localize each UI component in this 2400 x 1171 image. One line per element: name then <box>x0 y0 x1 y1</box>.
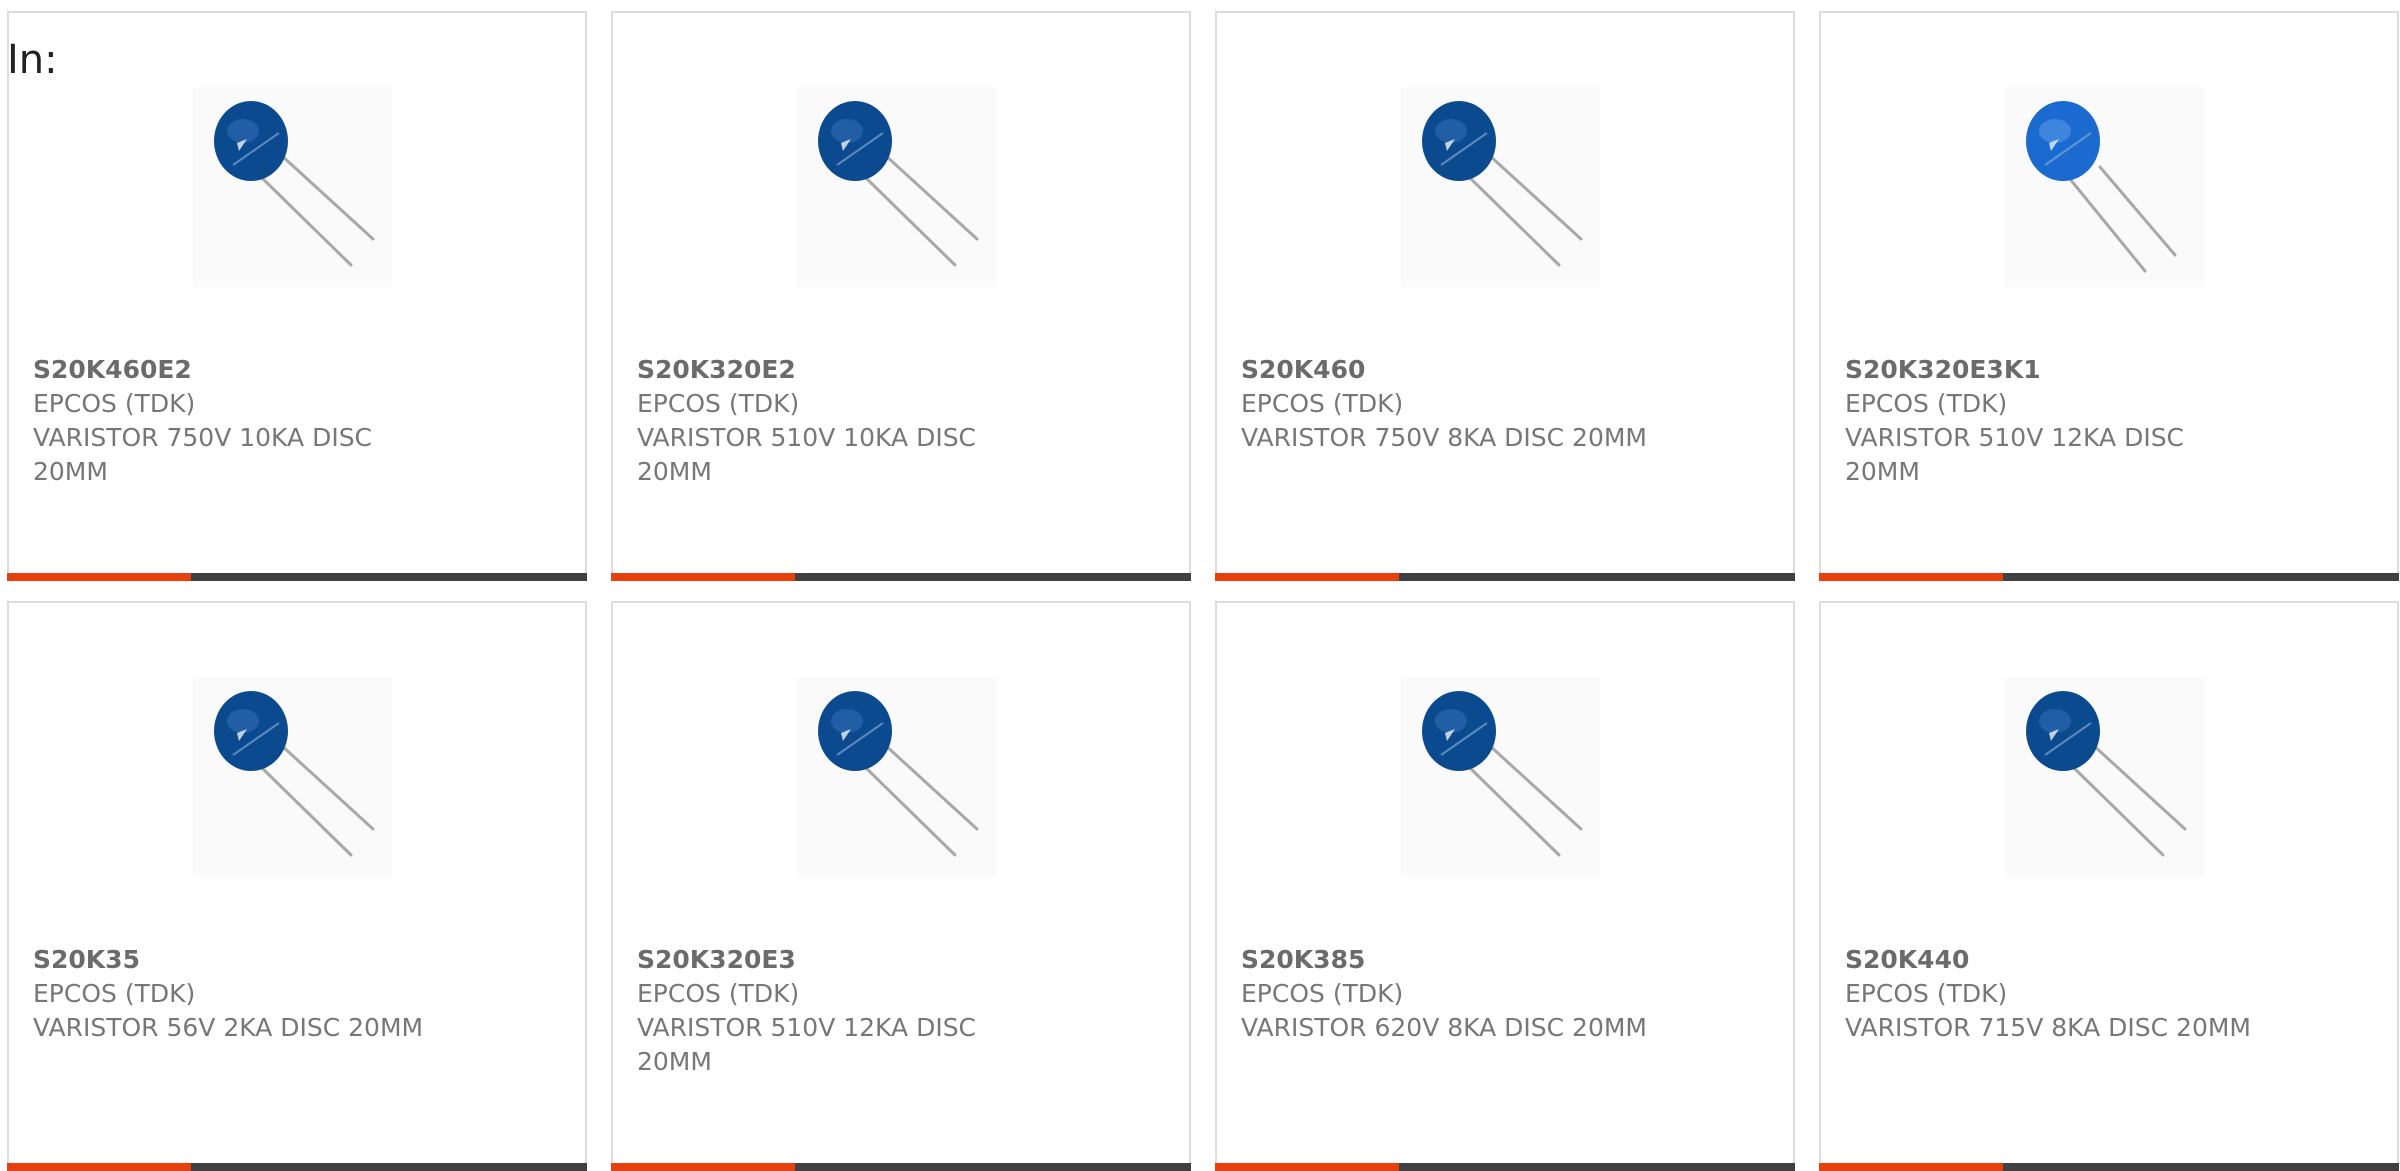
card-accent-bar <box>1215 573 1399 581</box>
manufacturer: EPCOS (TDK) <box>33 979 196 1008</box>
card-accent-bar <box>611 1163 795 1171</box>
manufacturer: EPCOS (TDK) <box>1241 389 1404 418</box>
card-accent-bar <box>611 573 795 581</box>
card-footer-bar <box>7 573 587 581</box>
product-info: S20K460 EPCOS (TDK) VARISTOR 750V 8KA DI… <box>1241 353 1661 455</box>
manufacturer: EPCOS (TDK) <box>637 979 800 1008</box>
varistor-disc-icon[interactable] <box>193 677 393 877</box>
manufacturer: EPCOS (TDK) <box>33 389 196 418</box>
product-card[interactable]: S20K460E2 EPCOS (TDK) VARISTOR 750V 10KA… <box>7 11 587 581</box>
product-info: S20K460E2 EPCOS (TDK) VARISTOR 750V 10KA… <box>33 353 453 489</box>
card-footer-bar <box>7 1163 587 1171</box>
description: VARISTOR 510V 12KA DISC 20MM <box>1845 423 2185 486</box>
card-footer-bar <box>1215 1163 1795 1171</box>
varistor-disc-icon[interactable] <box>1401 87 1601 287</box>
product-card[interactable]: S20K320E3K1 EPCOS (TDK) VARISTOR 510V 12… <box>1819 11 2399 581</box>
manufacturer: EPCOS (TDK) <box>1241 979 1404 1008</box>
part-number[interactable]: S20K460E2 <box>33 353 453 387</box>
varistor-disc-icon[interactable] <box>2005 677 2205 877</box>
part-number[interactable]: S20K35 <box>33 943 453 977</box>
product-info: S20K320E3 EPCOS (TDK) VARISTOR 510V 12KA… <box>637 943 1057 1079</box>
manufacturer: EPCOS (TDK) <box>1845 389 2008 418</box>
manufacturer: EPCOS (TDK) <box>637 389 800 418</box>
product-info: S20K35 EPCOS (TDK) VARISTOR 56V 2KA DISC… <box>33 943 453 1045</box>
filter-label: In: <box>7 37 58 83</box>
card-accent-bar <box>1819 573 2003 581</box>
card-footer-bar <box>1215 573 1795 581</box>
description: VARISTOR 510V 12KA DISC 20MM <box>637 1013 977 1076</box>
product-info: S20K385 EPCOS (TDK) VARISTOR 620V 8KA DI… <box>1241 943 1661 1045</box>
product-info: S20K320E2 EPCOS (TDK) VARISTOR 510V 10KA… <box>637 353 1057 489</box>
card-accent-bar <box>1819 1163 2003 1171</box>
card-footer-bar <box>1819 1163 2399 1171</box>
description: VARISTOR 56V 2KA DISC 20MM <box>33 1013 424 1042</box>
card-footer-bar <box>1819 573 2399 581</box>
description: VARISTOR 510V 10KA DISC 20MM <box>637 423 977 486</box>
product-card[interactable]: S20K320E3 EPCOS (TDK) VARISTOR 510V 12KA… <box>611 601 1191 1171</box>
product-card[interactable]: S20K35 EPCOS (TDK) VARISTOR 56V 2KA DISC… <box>7 601 587 1171</box>
card-footer-bar <box>611 1163 1191 1171</box>
product-card[interactable]: S20K320E2 EPCOS (TDK) VARISTOR 510V 10KA… <box>611 11 1191 581</box>
part-number[interactable]: S20K320E3K1 <box>1845 353 2265 387</box>
varistor-disc-icon[interactable] <box>193 87 393 287</box>
product-card[interactable]: S20K460 EPCOS (TDK) VARISTOR 750V 8KA DI… <box>1215 11 1795 581</box>
card-accent-bar <box>7 1163 191 1171</box>
part-number[interactable]: S20K440 <box>1845 943 2265 977</box>
product-info: S20K440 EPCOS (TDK) VARISTOR 715V 8KA DI… <box>1845 943 2265 1045</box>
part-number[interactable]: S20K320E2 <box>637 353 1057 387</box>
varistor-disc-icon[interactable] <box>797 87 997 287</box>
description: VARISTOR 620V 8KA DISC 20MM <box>1241 1013 1648 1042</box>
product-card[interactable]: S20K385 EPCOS (TDK) VARISTOR 620V 8KA DI… <box>1215 601 1795 1171</box>
product-info: S20K320E3K1 EPCOS (TDK) VARISTOR 510V 12… <box>1845 353 2265 489</box>
description: VARISTOR 750V 8KA DISC 20MM <box>1241 423 1648 452</box>
varistor-disc-icon[interactable] <box>2005 87 2205 287</box>
card-accent-bar <box>7 573 191 581</box>
part-number[interactable]: S20K320E3 <box>637 943 1057 977</box>
manufacturer: EPCOS (TDK) <box>1845 979 2008 1008</box>
varistor-disc-icon[interactable] <box>1401 677 1601 877</box>
description: VARISTOR 750V 10KA DISC 20MM <box>33 423 373 486</box>
card-footer-bar <box>611 573 1191 581</box>
product-grid: S20K460E2 EPCOS (TDK) VARISTOR 750V 10KA… <box>7 11 2400 1171</box>
description: VARISTOR 715V 8KA DISC 20MM <box>1845 1013 2252 1042</box>
part-number[interactable]: S20K460 <box>1241 353 1661 387</box>
card-accent-bar <box>1215 1163 1399 1171</box>
varistor-disc-icon[interactable] <box>797 677 997 877</box>
product-card[interactable]: S20K440 EPCOS (TDK) VARISTOR 715V 8KA DI… <box>1819 601 2399 1171</box>
part-number[interactable]: S20K385 <box>1241 943 1661 977</box>
